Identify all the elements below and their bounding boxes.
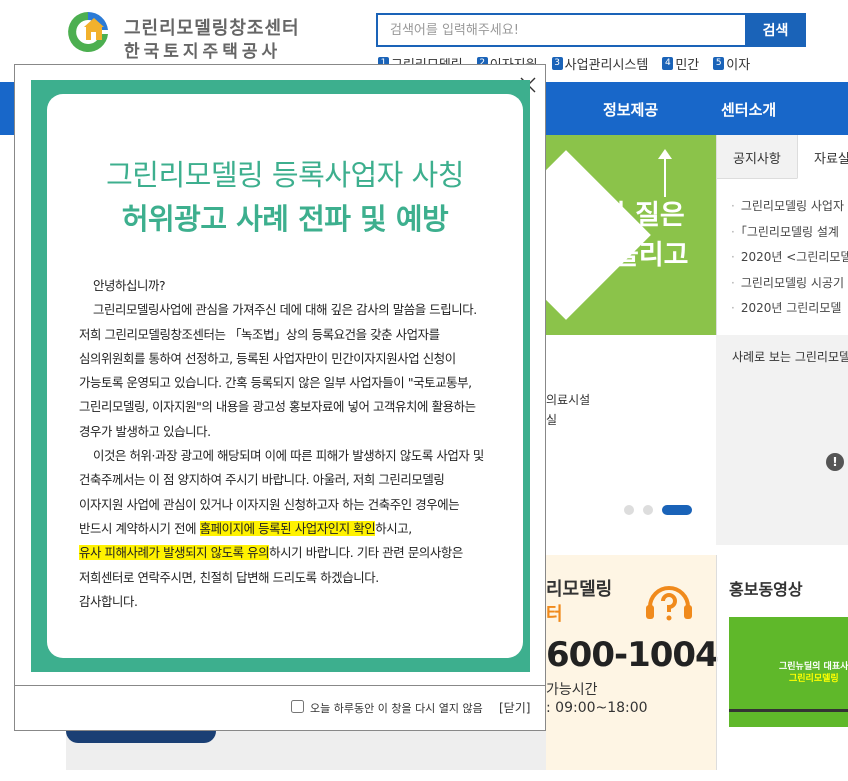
popup-title: 그린리모델링 등록사업자 사칭: [106, 158, 464, 192]
notice-item[interactable]: 그린리모델링 사업자: [731, 197, 848, 223]
quick-link-label: 민간: [675, 57, 700, 73]
case-slide-text: 실: [546, 413, 558, 427]
body-text: 반드시 계약하시기 전에: [79, 520, 200, 536]
tab-archive[interactable]: 자료실: [797, 135, 848, 179]
dont-show-today-checkbox[interactable]: [291, 700, 304, 713]
phone-number: 600-1004: [546, 635, 719, 675]
search-bar: 검색: [376, 13, 806, 47]
body-text: 하시기 바랍니다. 기타 관련 문의사항은: [269, 545, 463, 561]
hours-value: : 09:00~18:00: [546, 700, 648, 716]
banner-text-line1: 삶의 질은: [576, 200, 685, 231]
promo-video: 홍보동영상 그린뉴딜의 대표사업 그린리모델링: [716, 555, 848, 770]
number-badge: 3: [551, 56, 563, 70]
center-title: 리모델링: [546, 579, 613, 600]
search-button[interactable]: 검색: [745, 13, 806, 47]
video-caption: 그린리모델링: [789, 674, 839, 684]
body-line: 그린리모델링, 이자지원"의 내용을 광고성 홍보자료에 넣어 고객유치에 활용…: [79, 399, 476, 415]
notice-board: 공지사항 자료실 그린리모델링 사업자 「그린리모델링 설계 2020년 <그린…: [716, 135, 848, 335]
notice-tabs: 공지사항 자료실: [717, 135, 848, 179]
number-badge: 4: [662, 56, 674, 70]
body-line: 저희센터로 연락주시면, 친절히 답변해 드리도록 하겠습니다.: [79, 569, 379, 585]
popup-subtitle: 허위광고 사례 전파 및 예방: [121, 202, 449, 236]
quick-link-3[interactable]: 3 사업관리시스템: [551, 54, 649, 73]
popup-body: 안녕하십니까? 그린리모델링사업에 관심을 가져주신 데에 대해 깊은 감사의 …: [79, 274, 499, 614]
notice-item[interactable]: 그린리모델링 시공기: [731, 274, 848, 300]
body-line: 경우가 발생하고 있습니다.: [79, 423, 211, 439]
case-section: 의료시설 실 사례로 보는 그린리모델 !: [546, 335, 848, 545]
body-line: 안녕하십니까?: [93, 278, 166, 293]
dont-show-today-label[interactable]: 오늘 하루동안 이 창을 다시 열지 않음: [310, 700, 483, 716]
quick-link-label: 사업관리시스템: [564, 57, 649, 73]
center-subtitle: 터: [546, 604, 563, 625]
main-banner[interactable]: 삶의 질은 올리고: [546, 135, 716, 335]
slider-dots: [624, 505, 692, 515]
video-title: 홍보동영상: [729, 580, 803, 599]
banner-text-line2: 올리고: [614, 240, 689, 271]
popup-footer: 오늘 하루동안 이 창을 다시 열지 않음 [닫기]: [15, 685, 545, 731]
contact-center: 리모델링 터 600-1004 가능시간 : 09:00~18:00: [546, 555, 719, 770]
number-badge: 5: [713, 56, 725, 70]
video-thumbnail[interactable]: 그린뉴딜의 대표사업 그린리모델링: [729, 617, 848, 727]
body-line: 감사합니다.: [79, 593, 138, 609]
slider-dot-active[interactable]: [662, 505, 692, 515]
video-progress-bar: [729, 709, 848, 712]
slider-dot[interactable]: [643, 505, 653, 515]
bottom-banner-tab: [66, 731, 216, 743]
body-line: 이것은 허위·과장 광고에 해당되며 이에 따른 피해가 발생하지 않도록 사업…: [93, 448, 484, 464]
headset-question-icon: [646, 586, 692, 621]
quick-link-label: 이자: [726, 57, 751, 73]
highlighted-text: 홈페이지에 등록된 사업자인지 확인: [199, 520, 376, 536]
body-line: 그린리모델링사업에 관심을 가져주신 데에 대해 깊은 감사의 말씀을 드립니다…: [93, 302, 477, 318]
hours-label: 가능시간: [546, 682, 598, 698]
logo-house-icon: [68, 11, 108, 52]
popup-frame: 그린리모델링 등록사업자 사칭 허위광고 사례 전파 및 예방 안녕하십니까? …: [31, 80, 530, 672]
case-title: 사례로 보는 그린리모델: [732, 350, 848, 364]
logo-subtitle: 한국토지주택공사: [124, 42, 282, 62]
body-line: 이자지원 사업에 관심이 있거나 이자지원 신청하고자 하는 건축주인 경우에는: [79, 496, 460, 512]
body-line: 건축주께서는 이 점 양지하여 주시기 바랍니다. 아울러, 저희 그린리모델링: [79, 472, 445, 488]
case-slide-text: 의료시설: [546, 393, 591, 407]
notice-item[interactable]: 2020년 그린리모델: [731, 299, 848, 325]
close-link[interactable]: [닫기]: [499, 699, 530, 716]
info-icon: !: [826, 453, 844, 471]
body-line: 유사 피해사례가 발생되지 않도록 유의하시기 바랍니다. 기타 관련 문의사항…: [79, 541, 499, 565]
body-line: 가능토록 운영되고 있습니다. 간혹 등록되지 않은 일부 사업자들이 "국토교…: [79, 375, 472, 391]
search-input[interactable]: [376, 13, 747, 47]
slider-dot[interactable]: [624, 505, 634, 515]
quick-link-5[interactable]: 5 이자: [713, 54, 751, 73]
body-line: 반드시 계약하시기 전에 홈페이지에 등록된 사업자인지 확인하시고,: [79, 517, 499, 541]
notice-item[interactable]: 2020년 <그린리모델: [731, 248, 848, 274]
notice-item[interactable]: 「그린리모델링 설계: [731, 223, 848, 249]
case-panel: 사례로 보는 그린리모델 !: [716, 335, 848, 545]
nav-item-info[interactable]: 정보제공: [603, 99, 658, 120]
nav-item-about[interactable]: 센터소개: [721, 99, 776, 120]
notice-popup: 그린리모델링 등록사업자 사칭 허위광고 사례 전파 및 예방 안녕하십니까? …: [14, 64, 546, 731]
body-line: 저희 그린리모델링창조센터는 「녹조법」상의 등록요건을 갖춘 사업자를: [79, 326, 440, 342]
notice-list: 그린리모델링 사업자 「그린리모델링 설계 2020년 <그린리모델 그린리모델…: [731, 197, 848, 325]
quick-link-4[interactable]: 4 민간: [662, 54, 700, 73]
site-logo[interactable]: 그린리모델링창조센터 한국토지주택공사: [64, 6, 304, 62]
up-arrow-icon: [658, 149, 672, 197]
popup-content: 그린리모델링 등록사업자 사칭 허위광고 사례 전파 및 예방 안녕하십니까? …: [47, 94, 523, 658]
body-line: 심의위원회를 통하여 선정하고, 등록된 사업자만이 민간이자지원사업 신청이: [79, 350, 456, 366]
body-text: 하시고,: [375, 520, 412, 536]
highlighted-text: 유사 피해사례가 발생되지 않도록 유의: [79, 545, 270, 561]
tab-notices[interactable]: 공지사항: [717, 135, 797, 179]
